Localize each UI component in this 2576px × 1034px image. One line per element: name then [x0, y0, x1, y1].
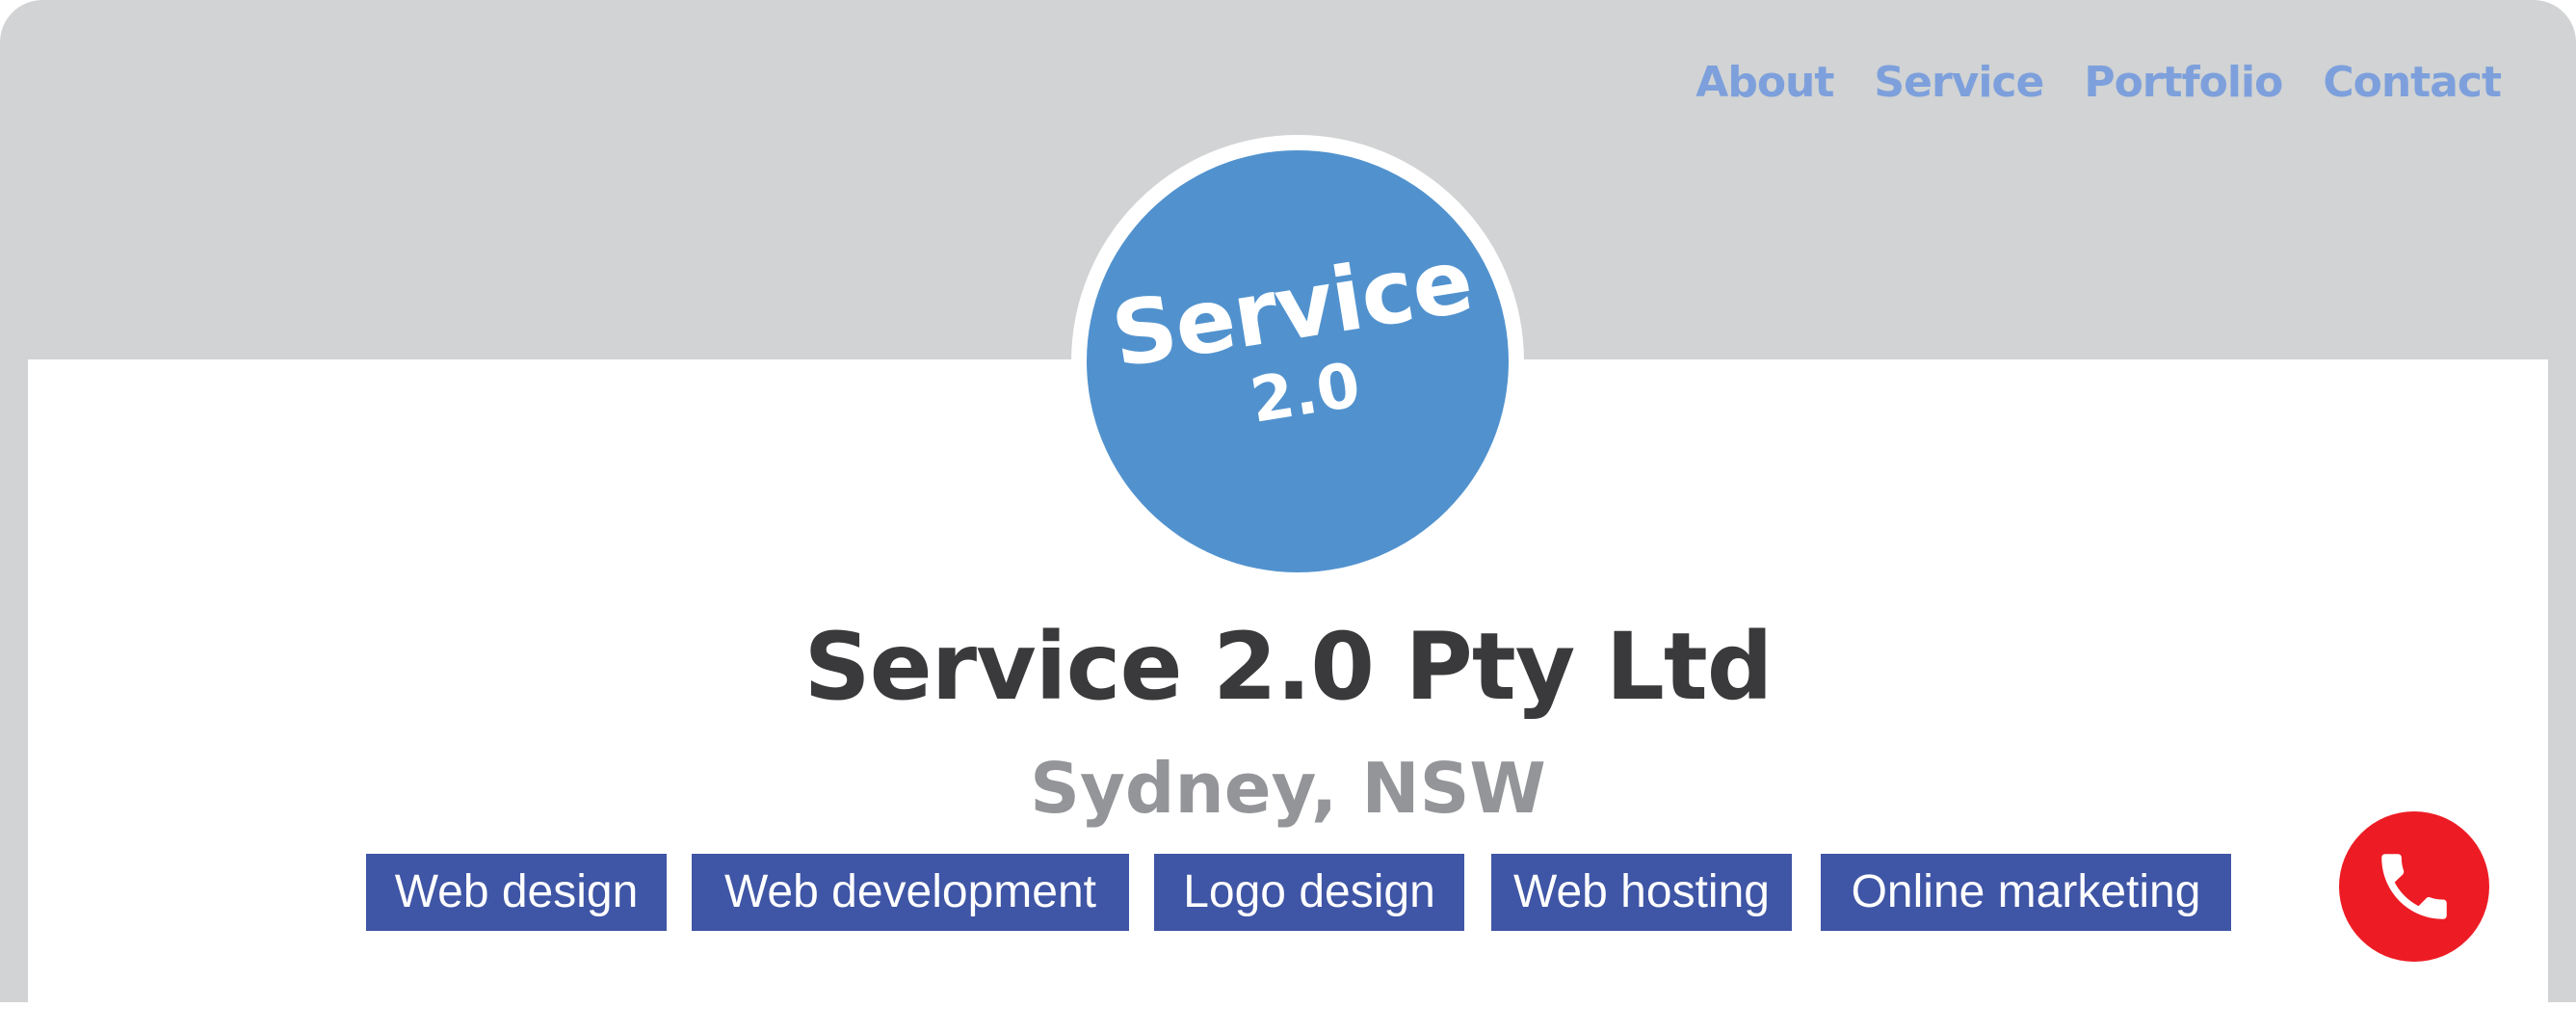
top-nav: About Service Portfolio Contact	[1695, 52, 2502, 114]
tag-web-design[interactable]: Web design	[366, 854, 667, 931]
call-button[interactable]	[2339, 811, 2489, 962]
nav-link-service[interactable]: Service	[1874, 52, 2044, 114]
logo-text: Service 2.0	[1087, 226, 1509, 462]
company-logo: Service 2.0	[1087, 150, 1509, 572]
nav-link-about[interactable]: About	[1695, 52, 1834, 114]
company-name: Service 2.0 Pty Ltd	[803, 613, 1773, 721]
nav-link-contact[interactable]: Contact	[2323, 52, 2502, 114]
tag-logo-design[interactable]: Logo design	[1154, 854, 1464, 931]
tag-web-development[interactable]: Web development	[692, 854, 1129, 931]
tag-online-marketing[interactable]: Online marketing	[1821, 854, 2231, 931]
tag-web-hosting[interactable]: Web hosting	[1491, 854, 1792, 931]
phone-icon	[2381, 854, 2447, 919]
nav-link-portfolio[interactable]: Portfolio	[2084, 52, 2283, 114]
company-location: Sydney, NSW	[1030, 748, 1546, 829]
